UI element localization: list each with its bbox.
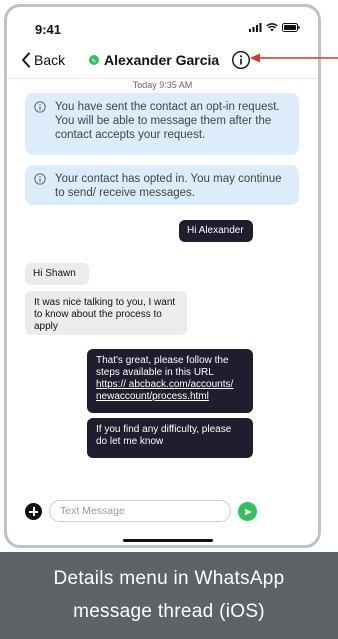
back-button[interactable]: Back	[21, 52, 65, 68]
outgoing-message: If you find any difficulty, please do le…	[87, 418, 253, 458]
home-indicator	[123, 539, 213, 542]
outgoing-message: That's great, please follow the steps av…	[87, 349, 253, 413]
opted-in-notice: Your contact has opted in. You may conti…	[25, 165, 299, 205]
screenshot-frame: 9:41 Back Alexander Garcia Today 9:35 AM…	[0, 0, 338, 639]
back-label: Back	[34, 52, 66, 68]
input-bar	[7, 497, 318, 527]
incoming-message: Hi Shawn	[25, 263, 89, 285]
incoming-message: It was nice talking to you, I want to kn…	[25, 291, 187, 335]
caption-line-2: message thread (iOS)	[73, 601, 265, 622]
caption-line-1: Details menu in WhatsApp	[53, 568, 285, 589]
phone-screen: 9:41 Back Alexander Garcia Today 9:35 AM…	[4, 4, 321, 548]
info-icon	[34, 173, 46, 185]
caption: Details menu in WhatsApp message thread …	[0, 552, 338, 639]
chevron-left-icon	[22, 52, 30, 68]
signal-icon	[249, 23, 262, 32]
plus-icon[interactable]	[25, 503, 42, 520]
outgoing-message: Hi Alexander	[179, 220, 253, 242]
send-icon[interactable]	[238, 502, 257, 521]
notice-text: You have sent the contact an opt-in requ…	[55, 101, 280, 141]
notice-text: Your contact has opted in. You may conti…	[55, 173, 282, 199]
info-icon[interactable]	[231, 50, 251, 70]
message-text: That's great, please follow the steps av…	[96, 355, 229, 378]
whatsapp-icon	[89, 55, 99, 65]
contact-name: Alexander Garcia	[104, 52, 220, 68]
wifi-icon	[266, 23, 278, 32]
arrow-annotation	[250, 53, 338, 63]
message-thread[interactable]: Today 9:35 AM You have sent the contact …	[7, 79, 318, 489]
info-icon	[34, 101, 46, 113]
status-time: 9:41	[35, 22, 62, 37]
date-label: Today 9:35 AM	[132, 80, 193, 90]
status-bar: 9:41	[7, 7, 318, 43]
message-input[interactable]	[49, 500, 231, 522]
battery-icon	[282, 23, 300, 32]
opt-in-notice: You have sent the contact an opt-in requ…	[25, 93, 299, 155]
process-url-link[interactable]: https:// abcback.com/accounts/ newaccoun…	[96, 379, 233, 402]
status-icons	[249, 23, 300, 32]
contact-header[interactable]: Alexander Garcia	[89, 52, 219, 68]
